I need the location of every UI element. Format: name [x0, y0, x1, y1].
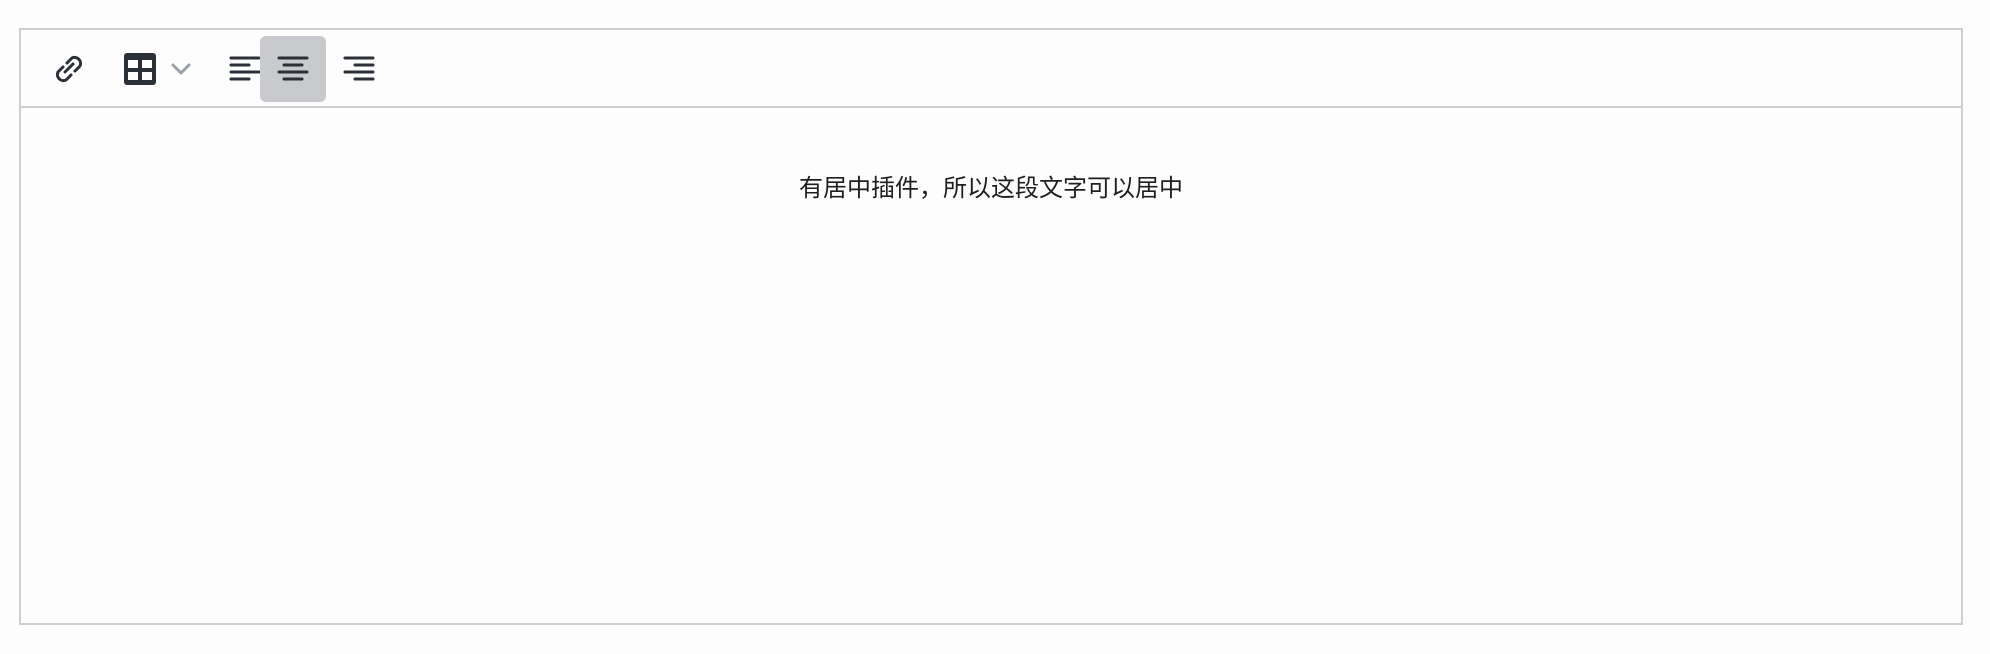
align-right-icon	[341, 51, 377, 87]
link-button[interactable]	[39, 36, 99, 102]
align-center-button[interactable]	[260, 36, 326, 102]
align-right-button[interactable]	[326, 36, 392, 102]
editor-content-area[interactable]: 有居中插件，所以这段文字可以居中	[21, 108, 1961, 623]
align-left-icon	[227, 51, 263, 87]
page: 有居中插件，所以这段文字可以居中	[0, 0, 1990, 654]
table-dropdown-button[interactable]	[105, 36, 207, 102]
rich-text-editor: 有居中插件，所以这段文字可以居中	[19, 28, 1963, 625]
align-center-icon	[275, 51, 311, 87]
table-icon	[120, 49, 160, 89]
chevron-down-icon	[170, 58, 192, 80]
link-icon	[49, 49, 89, 89]
editor-toolbar	[21, 30, 1961, 108]
centered-paragraph: 有居中插件，所以这段文字可以居中	[799, 174, 1183, 202]
